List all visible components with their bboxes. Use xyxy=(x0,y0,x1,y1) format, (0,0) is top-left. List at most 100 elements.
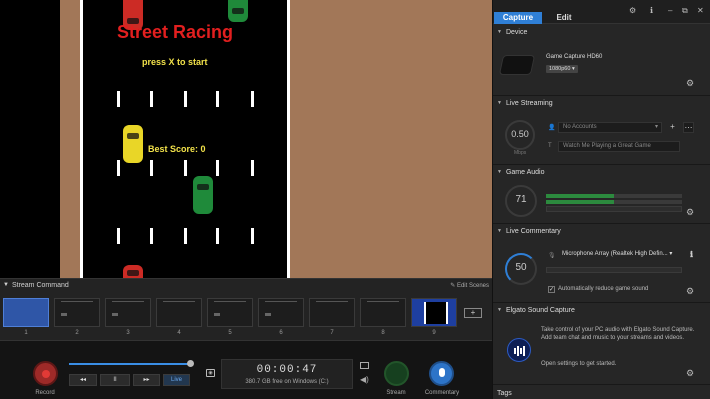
commentary-settings-gear-icon[interactable]: ⚙ xyxy=(686,286,694,297)
game-audio-header[interactable]: ▼ Game Audio xyxy=(493,166,710,178)
game-audio-meter-left xyxy=(546,194,682,198)
divider xyxy=(493,223,710,224)
collapse-icon[interactable]: ▼ xyxy=(497,100,502,106)
device-header[interactable]: ▼ Device xyxy=(493,26,710,38)
volume-icon[interactable]: ◀) xyxy=(360,375,369,384)
scene-5[interactable]: 5 xyxy=(207,298,253,336)
game-audio-slider[interactable] xyxy=(546,206,682,212)
live-button[interactable]: Live xyxy=(163,374,190,386)
lane-dash xyxy=(150,160,153,176)
right-dirt-area xyxy=(290,0,492,278)
add-scene-icon[interactable]: + xyxy=(464,308,482,318)
restore-icon[interactable]: ⧉ xyxy=(682,6,688,16)
lane-dash xyxy=(184,91,187,107)
bitrate-dial[interactable]: 0.50 xyxy=(505,120,535,150)
scene-6[interactable]: 6 xyxy=(258,298,304,336)
collapse-icon[interactable]: ▼ xyxy=(497,228,502,234)
capture-device-image xyxy=(498,55,536,75)
scene-1[interactable]: 1 xyxy=(3,298,49,336)
stream-button[interactable] xyxy=(384,361,409,386)
auto-reduce-label: Automatically reduce game sound xyxy=(558,286,649,292)
scrubber-knob[interactable] xyxy=(187,360,194,367)
game-preview[interactable]: Street Racing press X to start Best Scor… xyxy=(0,0,492,278)
scene-7[interactable]: 7 xyxy=(309,298,355,336)
panel-top-bar: Capture Edit ⚙ ℹ – ⧉ ✕ xyxy=(493,0,710,24)
add-account-button[interactable]: + xyxy=(667,122,678,133)
left-black-border xyxy=(0,0,60,278)
title-icon: T xyxy=(548,143,552,149)
collapse-icon[interactable]: ▼ xyxy=(3,282,9,288)
close-icon[interactable]: ✕ xyxy=(697,6,704,15)
commentary-dial[interactable]: 50 xyxy=(505,253,537,285)
stream-title-input[interactable]: Watch Me Playing a Great Game xyxy=(558,141,680,152)
scene-number: 7 xyxy=(330,330,334,336)
monitor-icon[interactable] xyxy=(360,362,369,369)
scene-number: 4 xyxy=(177,330,181,336)
auto-reduce-checkbox[interactable]: ✓ xyxy=(548,286,555,293)
collapse-icon[interactable]: ▼ xyxy=(497,29,502,35)
lane-dash xyxy=(251,91,254,107)
collapse-icon[interactable]: ▼ xyxy=(497,307,502,313)
bitrate-unit: Mbps xyxy=(514,150,527,156)
sound-capture-settings-gear-icon[interactable]: ⚙ xyxy=(686,368,694,379)
tab-capture[interactable]: Capture xyxy=(494,12,542,24)
screenshot-icon[interactable]: ◉ xyxy=(206,369,215,377)
commentary-label: Commentary xyxy=(424,390,460,396)
live-streaming-header[interactable]: ▼ Live Streaming xyxy=(493,97,710,109)
game-audio-level: 71 xyxy=(515,194,527,205)
road-edge-right xyxy=(287,0,290,278)
game-audio-settings-gear-icon[interactable]: ⚙ xyxy=(686,207,694,218)
device-name: Game Capture HD60 xyxy=(546,54,603,60)
lane-dash xyxy=(251,228,254,244)
sound-capture-hint: Open settings to get started. xyxy=(541,361,617,367)
sound-capture-header[interactable]: ▼ Elgato Sound Capture xyxy=(493,304,710,316)
game-best-score: Best Score: 0 xyxy=(148,144,206,154)
record-button[interactable] xyxy=(33,361,58,386)
info-icon[interactable]: ℹ xyxy=(650,6,653,15)
stream-command-header[interactable]: ▼ Stream Command ✎ Edit Scenes xyxy=(0,279,492,291)
lane-dash xyxy=(184,160,187,176)
lane-dash xyxy=(150,228,153,244)
edit-scenes-link[interactable]: ✎ Edit Scenes xyxy=(450,282,489,289)
accounts-dropdown[interactable]: No Accounts ▾ xyxy=(558,122,662,133)
microphone-icon: 🎙 xyxy=(548,253,556,259)
game-title: Street Racing xyxy=(117,22,234,42)
rewind-button[interactable]: ◂◂ xyxy=(69,374,97,386)
microphone-info-icon[interactable]: ℹ xyxy=(686,250,697,261)
scene-9[interactable]: 9 xyxy=(411,298,457,336)
more-options-button[interactable]: ⋯ xyxy=(683,122,694,133)
commentary-button[interactable] xyxy=(429,361,454,386)
scene-4[interactable]: 4 xyxy=(156,298,202,336)
bitrate-value: 0.50 xyxy=(511,129,529,139)
microphone-dropdown[interactable]: Microphone Array (Realtek High Defin... … xyxy=(558,250,680,261)
scene-2[interactable]: 2 xyxy=(54,298,100,336)
game-audio-dial[interactable]: 71 xyxy=(505,185,537,217)
lane-dash xyxy=(117,228,120,244)
commentary-slider[interactable] xyxy=(546,267,682,273)
lane-dash xyxy=(117,160,120,176)
tab-edit[interactable]: Edit xyxy=(545,12,583,24)
divider xyxy=(493,302,710,303)
live-commentary-header[interactable]: ▼ Live Commentary xyxy=(493,225,710,237)
divider xyxy=(493,384,710,385)
collapse-icon[interactable]: ▼ xyxy=(497,169,502,175)
tags-header[interactable]: Tags xyxy=(493,387,710,399)
sound-capture-description: Take control of your PC audio with Elgat… xyxy=(541,327,695,341)
lane-dash xyxy=(184,228,187,244)
pause-button[interactable]: II xyxy=(100,374,130,386)
game-audio-meter-right xyxy=(546,200,682,204)
settings-gear-icon[interactable]: ⚙ xyxy=(629,6,636,15)
scene-3[interactable]: 3 xyxy=(105,298,151,336)
resolution-dropdown[interactable]: 1080p60 ▾ xyxy=(546,65,578,73)
scene-number: 6 xyxy=(279,330,283,336)
game-start-prompt: press X to start xyxy=(142,57,208,67)
scene-strip: 1 2 3 4 5 6 7 8 9 xyxy=(3,298,457,336)
scene-number: 9 xyxy=(432,330,436,336)
scene-8[interactable]: 8 xyxy=(360,298,406,336)
minimize-icon[interactable]: – xyxy=(668,6,672,15)
timeline-scrubber[interactable] xyxy=(69,360,194,367)
device-settings-gear-icon[interactable]: ⚙ xyxy=(686,78,694,89)
forward-button[interactable]: ▸▸ xyxy=(133,374,160,386)
left-dirt-strip xyxy=(60,0,80,278)
stream-label: Stream xyxy=(386,390,406,396)
